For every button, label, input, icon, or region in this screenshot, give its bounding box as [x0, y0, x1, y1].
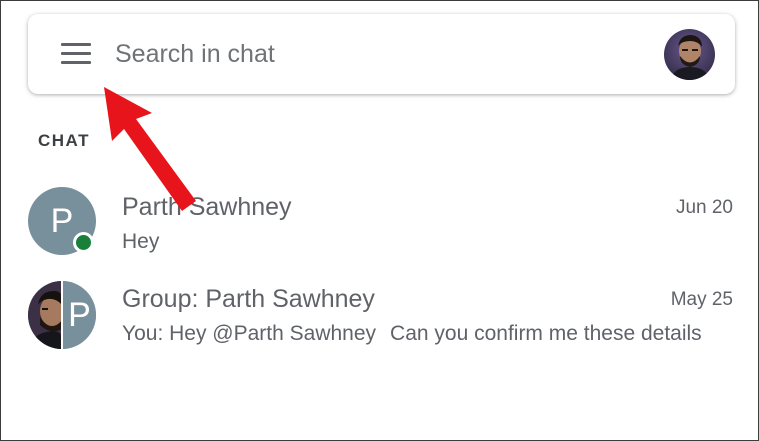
chat-list-item[interactable]: P Group: Parth Sawhney May 25 You: Hey @… [1, 273, 758, 365]
avatar-letter: P [68, 295, 91, 334]
snippet-text: Can you confirm me these details [390, 322, 702, 345]
account-avatar-icon[interactable] [664, 29, 715, 80]
section-label: CHAT [38, 131, 90, 150]
account-photo [664, 29, 715, 80]
search-bar [28, 14, 735, 94]
hamburger-menu-icon[interactable] [61, 43, 91, 65]
snippet-text: Hey [122, 230, 160, 253]
snippet-sender: You: Hey @Parth Sawhney [122, 322, 377, 345]
menu-line [61, 52, 91, 55]
chat-list-item[interactable]: P Parth Sawhney Jun 20 Hey [1, 181, 758, 273]
avatar-letter: P [50, 201, 74, 240]
chat-date: Jun 20 [675, 197, 733, 218]
chat-date: May 25 [670, 289, 733, 310]
online-status-dot [73, 232, 94, 253]
menu-line [61, 43, 91, 46]
menu-line [61, 61, 91, 64]
group-avatar: P [28, 281, 96, 349]
avatar: P [61, 281, 96, 349]
member-photo [28, 281, 62, 349]
chat-name: Parth Sawhney [122, 193, 292, 221]
chat-snippet: You: Hey @Parth Sawhney Can you confirm m… [122, 322, 734, 346]
chat-name: Group: Parth Sawhney [122, 285, 375, 313]
search-input[interactable] [115, 34, 635, 74]
chat-snippet: Hey [122, 230, 734, 254]
